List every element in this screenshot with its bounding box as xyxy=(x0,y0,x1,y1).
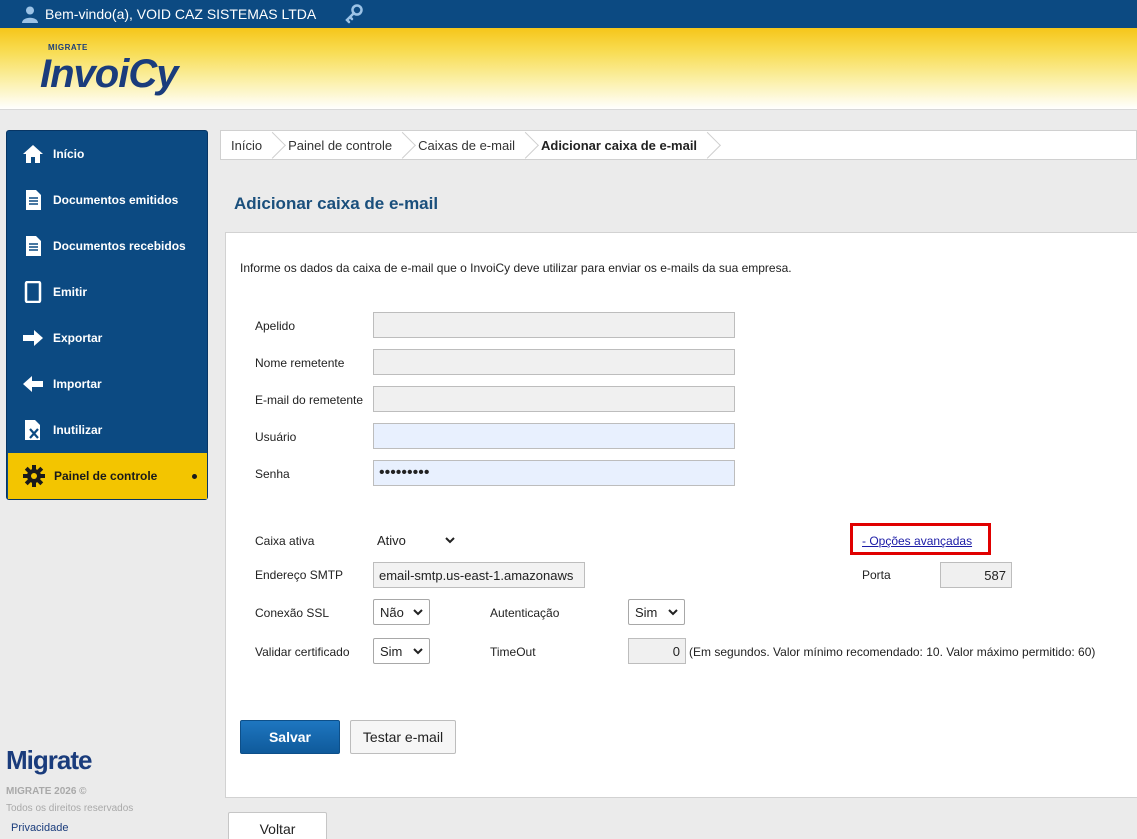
sidebar-item-label: Exportar xyxy=(53,331,103,345)
chevron-down-icon xyxy=(413,609,423,616)
sidebar-item-label: Documentos recebidos xyxy=(53,239,186,253)
document-icon xyxy=(22,235,44,257)
breadcrumb: Início Painel de controle Caixas de e-ma… xyxy=(220,130,1137,160)
senha-label: Senha xyxy=(255,467,290,481)
tablet-icon xyxy=(22,281,44,303)
autenticacao-label: Autenticação xyxy=(490,606,560,620)
chevron-down-icon xyxy=(445,537,455,544)
sidebar-item-inicio[interactable]: Início xyxy=(7,131,207,177)
active-indicator xyxy=(192,474,197,479)
sidebar-item-emitir[interactable]: Emitir xyxy=(7,269,207,315)
conexao-ssl-value: Não xyxy=(380,604,404,620)
document-icon xyxy=(22,189,44,211)
endereco-smtp-label: Endereço SMTP xyxy=(255,568,344,582)
sidebar-item-label: Emitir xyxy=(53,285,88,299)
validar-certificado-select[interactable]: Sim xyxy=(373,638,430,664)
email-remetente-label: E-mail do remetente xyxy=(255,393,364,407)
opcoes-avancadas-link[interactable]: - Opções avançadas xyxy=(862,534,972,548)
sidebar-item-label: Início xyxy=(53,147,85,161)
sidebar: Início Documentos emitidos Documentos re… xyxy=(6,130,208,500)
test-email-button[interactable]: Testar e-mail xyxy=(350,720,456,754)
breadcrumb-current: Adicionar caixa de e-mail xyxy=(527,131,709,159)
sidebar-footer: Migrate MIGRATE 2026 © Todos os direitos… xyxy=(6,745,133,834)
gear-icon xyxy=(23,465,45,487)
validar-certificado-value: Sim xyxy=(380,643,403,659)
breadcrumb-painel-de-controle[interactable]: Painel de controle xyxy=(274,131,404,159)
page-title: Adicionar caixa de e-mail xyxy=(234,194,439,213)
porta-label: Porta xyxy=(862,568,891,582)
validar-certificado-label: Validar certificado xyxy=(255,645,350,659)
breadcrumb-caixas-de-email[interactable]: Caixas de e-mail xyxy=(404,131,527,159)
back-button[interactable]: Voltar xyxy=(228,812,327,839)
user-icon xyxy=(22,6,38,23)
usuario-label: Usuário xyxy=(255,430,297,444)
sidebar-item-label: Inutilizar xyxy=(53,423,103,437)
nome-remetente-label: Nome remetente xyxy=(255,356,345,370)
copyright-text: MIGRATE 2026 © xyxy=(6,786,87,797)
chevron-down-icon xyxy=(413,648,423,655)
invoicy-logo[interactable]: InvoiCy xyxy=(40,52,178,97)
autenticacao-select[interactable]: Sim xyxy=(628,599,685,625)
migrate-logo: Migrate xyxy=(6,745,92,775)
sidebar-item-exportar[interactable]: Exportar xyxy=(7,315,207,361)
void-document-icon xyxy=(22,419,44,441)
conexao-ssl-select[interactable]: Não xyxy=(373,599,430,625)
sidebar-item-documentos-recebidos[interactable]: Documentos recebidos xyxy=(7,223,207,269)
rights-text: Todos os direitos reservados xyxy=(6,803,134,814)
sidebar-item-label: Importar xyxy=(53,377,102,391)
timeout-field[interactable] xyxy=(628,638,686,664)
sidebar-item-inutilizar[interactable]: Inutilizar xyxy=(7,407,207,453)
sidebar-item-painel-de-controle[interactable]: Painel de controle xyxy=(8,453,207,499)
endereco-smtp-field[interactable] xyxy=(373,562,585,588)
header-banner: MIGRATE InvoiCy xyxy=(0,28,1137,110)
usuario-field[interactable] xyxy=(373,423,735,449)
timeout-label: TimeOut xyxy=(490,645,536,659)
caixa-ativa-label: Caixa ativa xyxy=(255,534,315,548)
breadcrumb-inicio[interactable]: Início xyxy=(221,131,274,159)
apelido-label: Apelido xyxy=(255,319,296,333)
sidebar-item-importar[interactable]: Importar xyxy=(7,361,207,407)
timeout-hint: (Em segundos. Valor mínimo recomendado: … xyxy=(689,645,1096,659)
sidebar-item-label: Documentos emitidos xyxy=(53,193,179,207)
chevron-down-icon xyxy=(668,609,678,616)
save-button[interactable]: Salvar xyxy=(240,720,340,754)
conexao-ssl-label: Conexão SSL xyxy=(255,606,330,620)
key-icon[interactable] xyxy=(344,4,364,24)
welcome-text: Bem-vindo(a), VOID CAZ SISTEMAS LTDA xyxy=(45,6,317,22)
home-icon xyxy=(22,143,44,165)
caixa-ativa-select[interactable]: Ativo xyxy=(373,527,459,553)
nome-remetente-field[interactable] xyxy=(373,349,735,375)
email-remetente-field[interactable] xyxy=(373,386,735,412)
senha-field[interactable]: ••••••••• xyxy=(373,460,735,486)
apelido-field[interactable] xyxy=(373,312,735,338)
arrow-left-icon xyxy=(22,373,44,395)
autenticacao-value: Sim xyxy=(635,604,658,620)
caixa-ativa-value: Ativo xyxy=(377,532,406,548)
intro-text: Informe os dados da caixa de e-mail que … xyxy=(240,261,792,275)
sidebar-item-documentos-emitidos[interactable]: Documentos emitidos xyxy=(7,177,207,223)
top-bar: Bem-vindo(a), VOID CAZ SISTEMAS LTDA xyxy=(0,0,1137,28)
porta-field[interactable] xyxy=(940,562,1012,588)
privacy-link[interactable]: Privacidade xyxy=(11,822,133,834)
brand-subtitle: MIGRATE xyxy=(48,43,88,52)
sidebar-item-label: Painel de controle xyxy=(54,469,158,483)
arrow-right-icon xyxy=(22,327,44,349)
